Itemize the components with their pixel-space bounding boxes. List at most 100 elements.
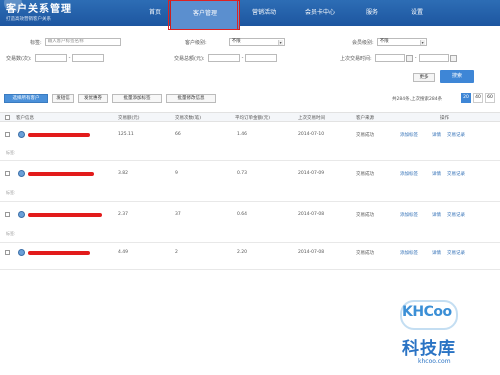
page-size-40[interactable]: 40 xyxy=(473,93,483,103)
col-actions: 操作 xyxy=(440,116,449,121)
avatar-icon xyxy=(18,131,25,138)
last-trade-time: 2014-07-09 xyxy=(298,171,325,176)
trade-amount: 3.82 xyxy=(118,171,129,176)
filter-trade-amount: 交易总额(元): - xyxy=(174,53,278,63)
range-dash: - xyxy=(241,55,244,61)
filter-last-trade-time: 上次交易时间: - xyxy=(340,53,457,63)
last-trade-time-start-input[interactable] xyxy=(374,54,405,62)
add-tag-link[interactable]: 添加标签 xyxy=(400,212,418,218)
filter-customer-level: 客户级别: 不限 ▾ xyxy=(185,37,285,47)
add-tag-link[interactable]: 添加标签 xyxy=(400,132,418,138)
customer-name-redacted[interactable] xyxy=(28,133,90,137)
last-trade-time-label: 上次交易时间: xyxy=(340,55,372,62)
col-avg-order[interactable]: 平均订单金额(元) xyxy=(235,115,270,121)
row-checkbox[interactable] xyxy=(5,132,10,137)
trade-count-label: 交易数(次): xyxy=(6,55,32,62)
trade-count: 66 xyxy=(175,132,181,137)
trade-count: 2 xyxy=(175,250,178,255)
customer-name-redacted[interactable] xyxy=(28,251,90,255)
customer-name-redacted[interactable] xyxy=(28,213,102,217)
row-tags: 标签: xyxy=(6,190,16,195)
calendar-icon[interactable] xyxy=(405,54,413,62)
avatar-icon xyxy=(18,211,25,218)
page-size-60[interactable]: 60 xyxy=(485,93,495,103)
customer-source: 交易成功 xyxy=(356,172,374,177)
details-link[interactable]: 详情 xyxy=(432,250,441,256)
add-tag-link[interactable]: 添加标签 xyxy=(400,171,418,177)
table-row: 2.37 37 0.64 2014-07-08 交易成功 添加标签 详情 交易记… xyxy=(0,203,500,243)
watermark-cn: 科技库 xyxy=(402,339,456,359)
select-all-customers-button[interactable]: 选择所有客户 xyxy=(4,94,48,103)
trade-amount-min-input[interactable] xyxy=(207,54,240,62)
row-checkbox[interactable] xyxy=(5,250,10,255)
tag-filter-label: 标签: xyxy=(30,39,42,46)
row-checkbox[interactable] xyxy=(5,212,10,217)
col-customer-source: 客户来源 xyxy=(356,116,374,121)
watermark-logo: KHCoo xyxy=(402,304,452,320)
trade-record-link[interactable]: 交易记录 xyxy=(447,212,465,218)
details-link[interactable]: 详情 xyxy=(432,212,441,218)
nav-service[interactable]: 服务 xyxy=(352,0,392,26)
page-size-20[interactable]: 20 xyxy=(461,93,471,103)
col-trade-amount[interactable]: 交易额(元) xyxy=(118,115,140,121)
send-coupon-button[interactable]: 发优惠券 xyxy=(78,94,108,103)
nav-marketing[interactable]: 营销活动 xyxy=(240,0,288,26)
customer-level-value: 不限 xyxy=(231,39,241,44)
member-level-value: 不限 xyxy=(379,39,389,44)
watermark: KHCoo 科技库 khcoo.com xyxy=(400,300,500,375)
customer-level-label: 客户级别: xyxy=(185,39,207,46)
last-trade-time-end-input[interactable] xyxy=(418,54,449,62)
trade-record-link[interactable]: 交易记录 xyxy=(447,171,465,177)
trade-amount: 125.11 xyxy=(118,132,134,137)
trade-count-min-input[interactable] xyxy=(34,54,67,62)
chevron-down-icon: ▾ xyxy=(419,40,425,45)
calendar-icon[interactable] xyxy=(449,54,457,62)
avg-order: 0.64 xyxy=(237,212,248,217)
table-row: 3.82 9 0.73 2014-07-09 交易成功 添加标签 详情 交易记录… xyxy=(0,162,500,202)
filter-member-level: 会员级别: 不限 ▾ xyxy=(352,37,427,47)
app-logo: 客户关系管理 打造高效营销客户关系 xyxy=(4,0,72,22)
trade-amount-max-input[interactable] xyxy=(245,54,278,62)
nav-home[interactable]: 首页 xyxy=(140,0,170,26)
filter-row-1-left: 标签: 输入客户标签名称 xyxy=(30,37,121,47)
filter-trade-count: 交易数(次): - xyxy=(6,53,105,63)
active-nav-highlight xyxy=(168,0,238,30)
col-trade-count[interactable]: 交易次数(笔) xyxy=(175,115,201,121)
col-last-trade-time[interactable]: 上次交易时间 xyxy=(298,115,325,121)
customer-source: 交易成功 xyxy=(356,251,374,256)
batch-edit-info-button[interactable]: 批量修改信息 xyxy=(166,94,216,103)
last-trade-time: 2014-07-08 xyxy=(298,212,325,217)
customer-name-redacted[interactable] xyxy=(28,172,94,176)
last-trade-time: 2014-07-10 xyxy=(298,132,325,137)
trade-record-link[interactable]: 交易记录 xyxy=(447,132,465,138)
customer-source: 交易成功 xyxy=(356,133,374,138)
more-filters-button[interactable]: 更多 xyxy=(413,73,435,82)
search-button[interactable]: 搜索 xyxy=(440,70,474,83)
select-all-checkbox[interactable] xyxy=(5,115,10,120)
col-customer-info: 客户信息 xyxy=(16,116,34,121)
customer-level-select[interactable]: 不限 ▾ xyxy=(228,38,285,46)
table-row: 125.11 66 1.46 2014-07-10 交易成功 添加标签 详情 交… xyxy=(0,123,500,161)
send-sms-button[interactable]: 发短信 xyxy=(52,94,74,103)
row-tags: 标签: xyxy=(6,231,16,236)
member-level-select[interactable]: 不限 ▾ xyxy=(376,38,427,46)
trade-count: 37 xyxy=(175,212,181,217)
result-summary: 共284条,上次搜索284条 xyxy=(392,97,443,102)
details-link[interactable]: 详情 xyxy=(432,132,441,138)
table-row: 4.49 2 2.20 2014-07-08 交易成功 添加标签 详情 交易记录 xyxy=(0,244,500,270)
tag-filter-input[interactable]: 输入客户标签名称 xyxy=(44,38,121,46)
trade-count: 9 xyxy=(175,171,178,176)
trade-amount: 4.49 xyxy=(118,250,129,255)
details-link[interactable]: 详情 xyxy=(432,171,441,177)
add-tag-link[interactable]: 添加标签 xyxy=(400,250,418,256)
nav-settings[interactable]: 设置 xyxy=(392,0,442,26)
trade-count-max-input[interactable] xyxy=(72,54,105,62)
batch-add-tag-button[interactable]: 批量添加标签 xyxy=(112,94,162,103)
trade-record-link[interactable]: 交易记录 xyxy=(447,250,465,256)
range-dash: - xyxy=(68,55,71,61)
table-header: 客户信息 交易额(元) 交易次数(笔) 平均订单金额(元) 上次交易时间 客户来… xyxy=(0,112,500,122)
last-trade-time: 2014-07-08 xyxy=(298,250,325,255)
chevron-down-icon: ▾ xyxy=(277,40,283,45)
row-checkbox[interactable] xyxy=(5,171,10,176)
nav-member-card-center[interactable]: 会员卡中心 xyxy=(288,0,352,26)
